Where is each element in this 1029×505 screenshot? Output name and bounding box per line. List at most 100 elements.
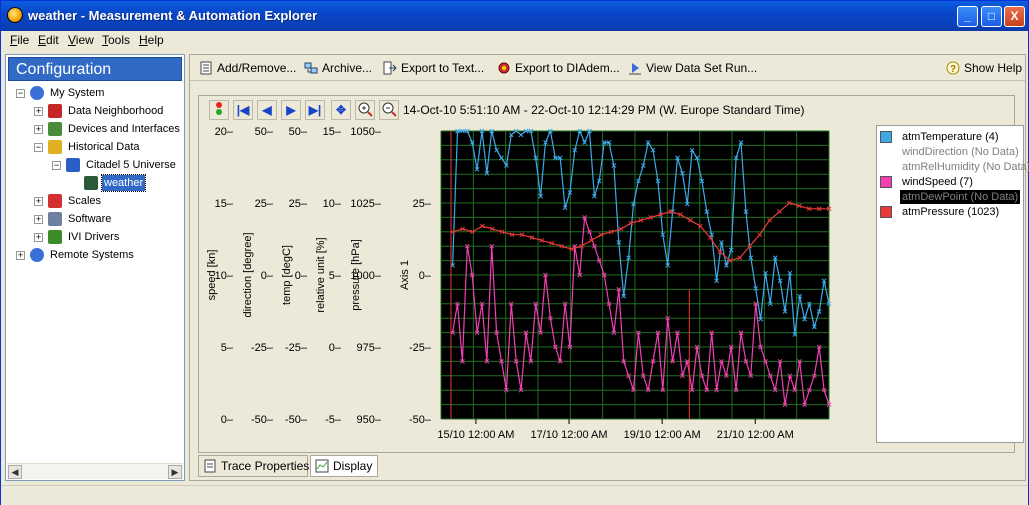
go-to-end-icon[interactable]: ▶| — [305, 100, 325, 120]
menu-edit[interactable]: Edit — [38, 33, 59, 47]
y-tick-label: 15– — [323, 126, 342, 138]
collapse-icon[interactable]: − — [52, 161, 61, 170]
diadem-icon — [497, 61, 511, 75]
scroll-left-arrow-icon[interactable]: ◀ — [8, 465, 22, 479]
menu-view[interactable]: View — [68, 33, 94, 47]
y-axis-label: relative unit [%] — [315, 237, 327, 312]
y-axis-label: pressure [hPa] — [350, 239, 362, 311]
legend-item[interactable]: atmTemperature (4) — [880, 130, 1022, 145]
document-icon — [199, 61, 213, 75]
y-tick-label: 25– — [255, 198, 274, 210]
zoom-out-icon[interactable] — [379, 100, 399, 120]
tree-item-weather[interactable]: weather — [6, 174, 184, 193]
y-tick-label: -50– — [285, 414, 308, 426]
step-back-icon[interactable]: ◀ — [257, 100, 277, 120]
expand-icon[interactable]: + — [16, 251, 25, 260]
tree-horizontal-scrollbar[interactable]: ◀ ▶ — [7, 463, 183, 479]
menu-help[interactable]: Help — [139, 33, 164, 47]
y-tick-label: 50– — [289, 126, 308, 138]
tree-item-software[interactable]: + Software — [6, 211, 184, 229]
app-icon — [7, 7, 23, 23]
go-to-start-icon[interactable]: |◀ — [233, 100, 253, 120]
menu-file[interactable]: File — [10, 33, 29, 47]
collapse-icon[interactable]: − — [16, 89, 25, 98]
menu-tools[interactable]: Tools — [102, 33, 130, 47]
pan-icon[interactable]: ✥ — [331, 100, 351, 120]
y-tick-label: 5– — [329, 270, 342, 282]
export-to-diadem-button[interactable]: Export to DIAdem... — [497, 59, 620, 77]
configuration-panel: Configuration − My System + Data Neighborho… — [5, 54, 185, 481]
trend-chart[interactable]: 20– 15– 10– 5– 0– speed [kn] 50– 25– 0– -25– -50– d… — [203, 124, 863, 454]
show-help-button[interactable]: ? Show Help — [946, 59, 1022, 77]
run-icon — [628, 61, 642, 75]
configuration-header: Configuration — [8, 57, 182, 81]
tree-item-label: Historical Data — [68, 141, 140, 153]
step-forward-icon[interactable]: ▶ — [281, 100, 301, 120]
help-icon: ? — [946, 61, 960, 75]
scroll-right-arrow-icon[interactable]: ▶ — [168, 465, 182, 479]
dataset-icon — [84, 176, 98, 190]
tree-item-devices-and-interfaces[interactable]: + Devices and Interfaces — [6, 121, 184, 139]
y-tick-label: 5– — [221, 342, 234, 354]
legend-item[interactable]: atmDewPoint (No Data) — [880, 190, 1022, 205]
tab-display[interactable]: Display — [310, 455, 378, 477]
menu-bar: File Edit View Tools Help — [1, 31, 1028, 50]
archive-button[interactable]: Archive... — [304, 59, 372, 77]
y-tick-label: 50– — [255, 126, 274, 138]
tree-item-label: IVI Drivers — [68, 231, 120, 243]
software-icon — [48, 212, 62, 226]
export-to-text-button[interactable]: Export to Text... — [383, 59, 484, 77]
y-tick-label: 0– — [261, 270, 274, 282]
close-button[interactable]: X — [1004, 6, 1025, 27]
y-tick-label: -50– — [409, 414, 432, 426]
y-tick-label: 975– — [357, 342, 382, 354]
legend-item[interactable]: atmRelHumidity (No Data) — [880, 160, 1029, 175]
app-window: weather - Measurement & Automation Explo… — [0, 0, 1029, 505]
legend-item[interactable]: windDirection (No Data) — [880, 145, 1022, 160]
devices-icon — [48, 122, 62, 136]
y-tick-label: 15– — [215, 198, 234, 210]
minimize-button[interactable]: _ — [957, 6, 978, 27]
traffic-light-icon[interactable] — [209, 100, 229, 120]
y-tick-label: 0– — [221, 414, 234, 426]
y-tick-label: -5– — [325, 414, 342, 426]
y-tick-label: 950– — [357, 414, 382, 426]
legend-item[interactable]: windSpeed (7) — [880, 175, 1022, 190]
expand-icon[interactable]: + — [34, 197, 43, 206]
trace-legend: atmTemperature (4) windDirection (No Data… — [876, 125, 1029, 443]
tree-item-scales[interactable]: + Scales — [6, 193, 184, 211]
view-data-set-run-button[interactable]: View Data Set Run... — [628, 59, 757, 77]
remote-systems-icon — [30, 248, 44, 262]
tree-item-remote-systems[interactable]: + Remote Systems — [6, 247, 184, 265]
maximize-button[interactable]: □ — [981, 6, 1002, 27]
tree-item-historical-data[interactable]: − Historical Data — [6, 139, 184, 157]
title-bar[interactable]: weather - Measurement & Automation Explo… — [1, 1, 1028, 31]
data-neighborhood-icon — [48, 104, 62, 118]
tree-item-data-neighborhood[interactable]: + Data Neighborhood — [6, 103, 184, 121]
collapse-icon[interactable]: − — [34, 143, 43, 152]
configuration-tree: − My System + Data Neighborhood + Devices and… — [6, 85, 184, 462]
tree-item-label: Citadel 5 Universe — [86, 159, 176, 171]
tree-item-ivi-drivers[interactable]: + IVI Drivers — [6, 229, 184, 247]
svg-text:?: ? — [950, 64, 956, 75]
legend-item[interactable]: atmPressure (1023) — [880, 205, 1022, 220]
window-title: weather - Measurement & Automation Explo… — [28, 8, 318, 23]
expand-icon[interactable]: + — [34, 125, 43, 134]
tree-item-label: Software — [68, 213, 112, 225]
time-range-label: 14-Oct-10 5:51:10 AM - 22-Oct-10 12:14:2… — [403, 103, 805, 117]
archive-icon — [304, 61, 318, 75]
x-tick-label: 15/10 12:00 AM — [437, 429, 514, 441]
tree-item-citadel-5-universe[interactable]: − Citadel 5 Universe — [6, 157, 184, 175]
expand-icon[interactable]: + — [34, 107, 43, 116]
y-tick-label: 0– — [329, 342, 342, 354]
add-remove-button[interactable]: Add/Remove... — [199, 59, 296, 77]
expand-icon[interactable]: + — [34, 215, 43, 224]
y-tick-label: 1025– — [350, 198, 381, 210]
tree-item-label: Remote Systems — [50, 249, 134, 261]
tab-trace-properties[interactable]: Trace Properties — [198, 455, 309, 477]
expand-icon[interactable]: + — [34, 233, 43, 242]
tree-item-label: My System — [50, 87, 105, 99]
tree-item-my-system[interactable]: − My System — [6, 85, 184, 103]
y-tick-label: 20– — [215, 126, 234, 138]
zoom-in-icon[interactable] — [355, 100, 375, 120]
